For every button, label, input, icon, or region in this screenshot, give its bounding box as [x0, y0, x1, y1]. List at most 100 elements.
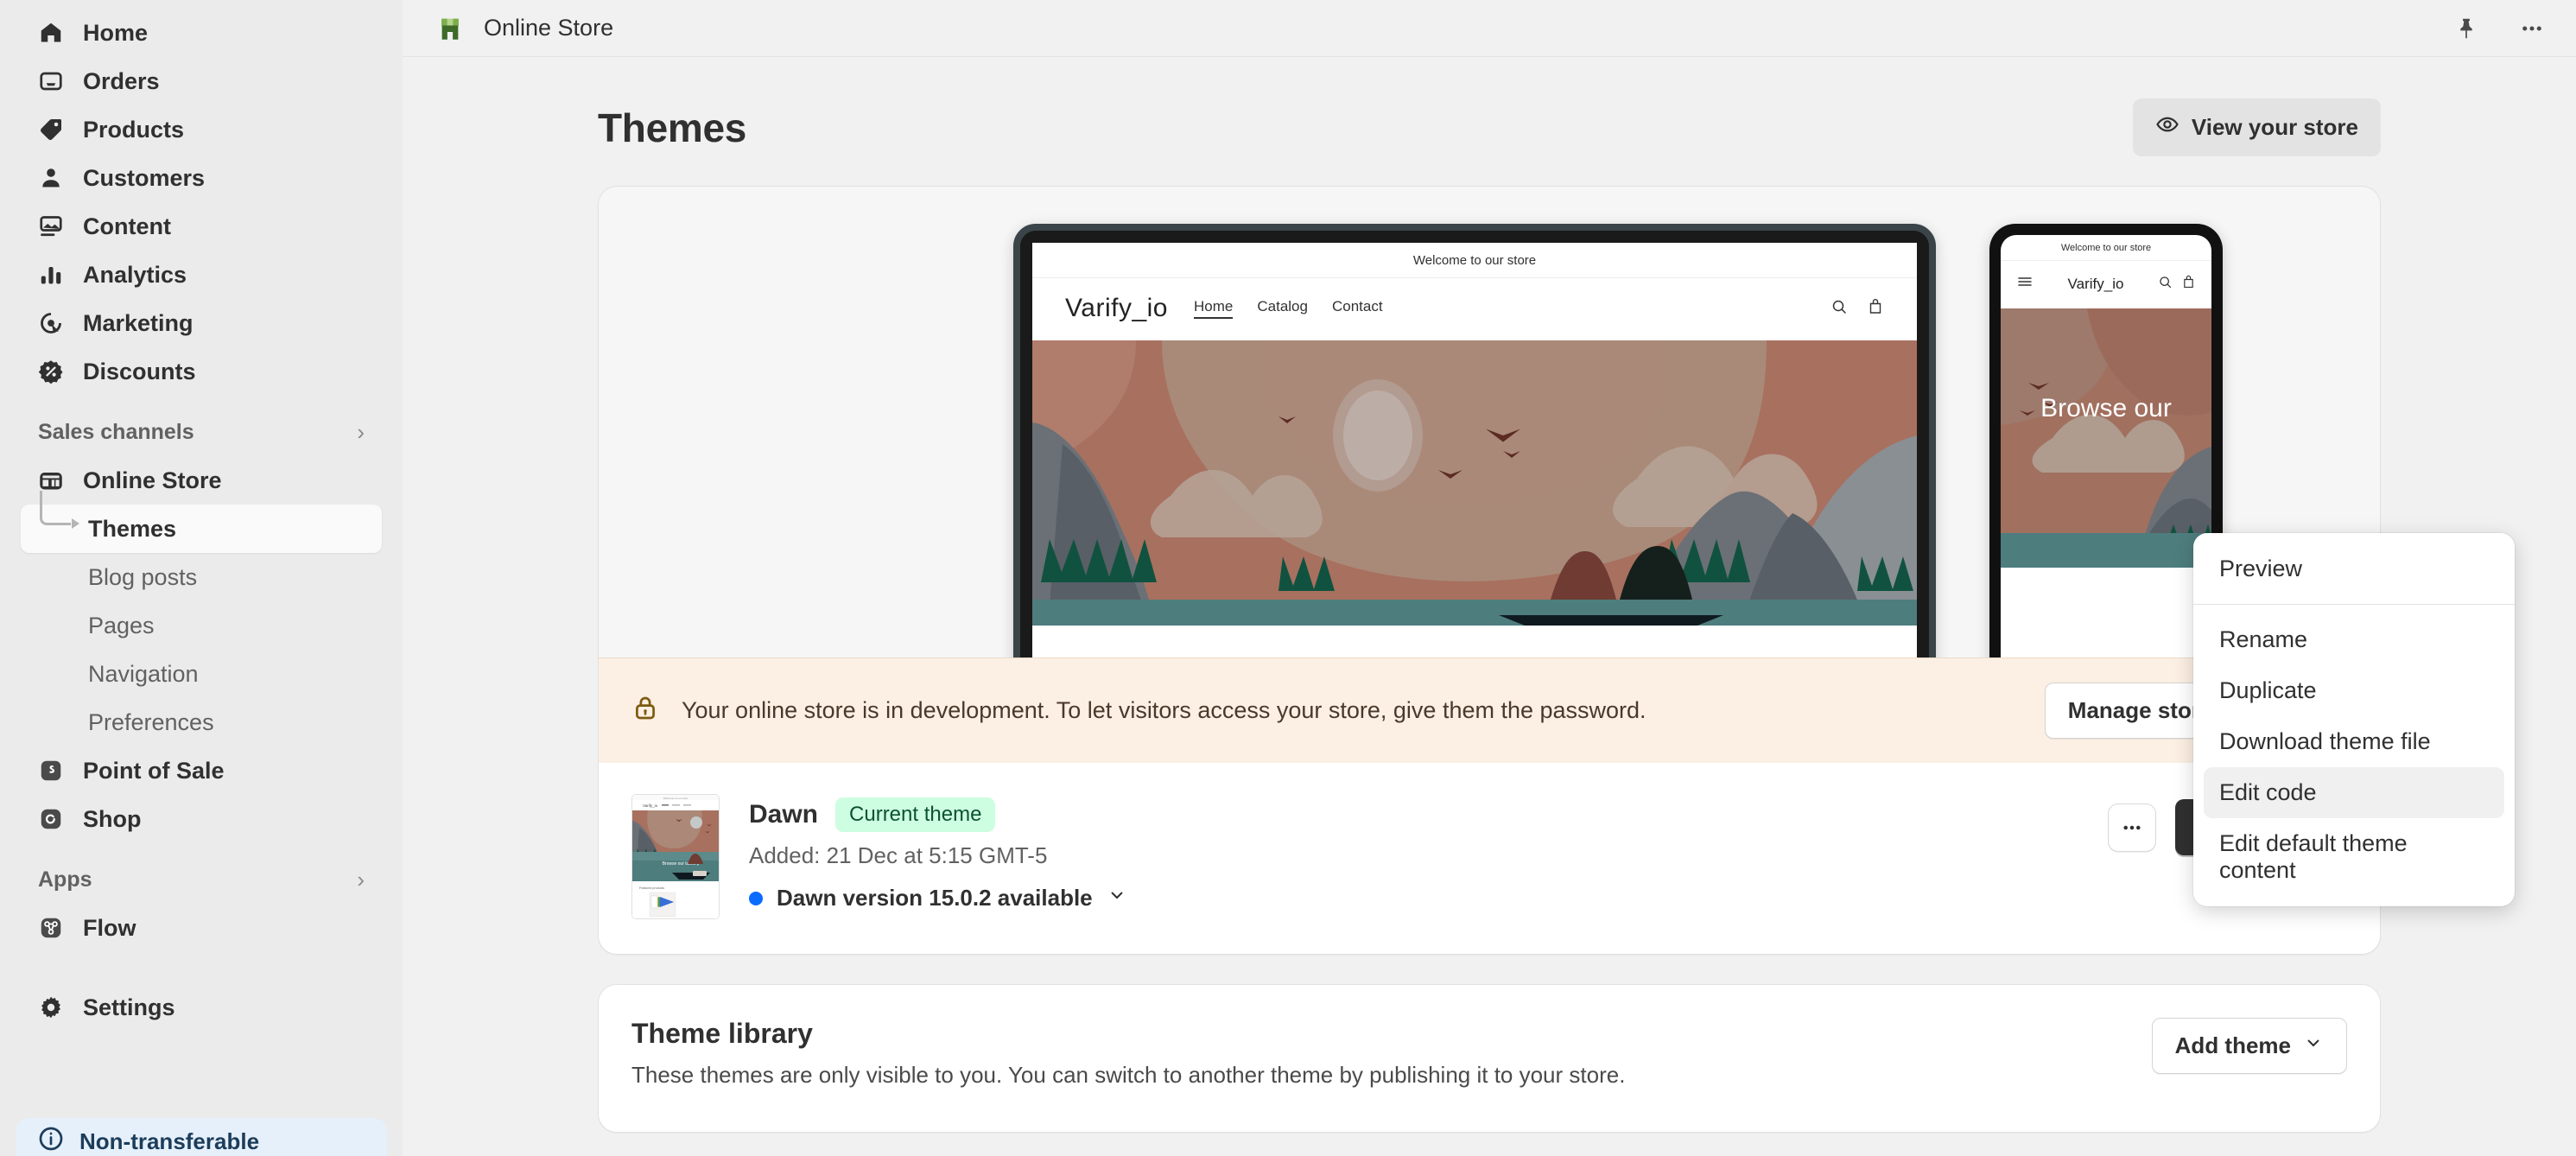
store-nav-link-contact[interactable]: Contact	[1332, 298, 1383, 319]
sidebar-item-content[interactable]: Content	[21, 202, 382, 251]
sidebar-item-label: Shop	[83, 805, 142, 832]
content-image-icon	[38, 213, 64, 239]
hero-artwork	[1032, 340, 1917, 626]
desktop-hero-illustration	[1032, 340, 1917, 626]
theme-thumbnail[interactable]: Welcome to our store Varify_io Browse ou…	[631, 794, 720, 919]
sidebar-section-apps[interactable]: Apps ›	[38, 859, 365, 900]
sidebar-section-sales-channels[interactable]: Sales channels ›	[38, 411, 365, 453]
topbar-actions	[2452, 14, 2547, 43]
sidebar-item-blog-posts[interactable]: Blog posts	[21, 553, 382, 601]
sidebar-item-customers[interactable]: Customers	[21, 154, 382, 202]
svg-text:Welcome to our store: Welcome to our store	[663, 797, 688, 800]
theme-library-header: Theme library These themes are only visi…	[599, 985, 2380, 1089]
sidebar-item-preferences[interactable]: Preferences	[21, 698, 382, 746]
sidebar-item-pages[interactable]: Pages	[21, 601, 382, 650]
sidebar-item-label: Online Store	[83, 467, 222, 493]
status-badge: Current theme	[835, 797, 996, 832]
current-theme-card: Welcome to our store Varify_io Home Cata…	[598, 186, 2381, 955]
menu-item-download-theme-file[interactable]: Download theme file	[2204, 716, 2504, 767]
store-nav-icons	[1830, 298, 1884, 320]
menu-item-duplicate[interactable]: Duplicate	[2204, 665, 2504, 716]
page-title: Themes	[598, 105, 747, 150]
sidebar-item-home[interactable]: Home	[21, 9, 382, 57]
current-theme-row: Welcome to our store Varify_io Browse ou…	[599, 763, 2380, 954]
sidebar-item-label: Settings	[83, 994, 175, 1020]
search-icon[interactable]	[1830, 298, 1848, 320]
pin-icon[interactable]	[2452, 14, 2481, 43]
sidebar-item-label: Preferences	[88, 708, 214, 735]
menu-item-rename[interactable]: Rename	[2204, 614, 2504, 665]
sidebar-item-discounts[interactable]: Discounts	[21, 347, 382, 396]
topbar-title-label: Online Store	[484, 15, 614, 41]
theme-library-subtitle: These themes are only visible to you. Yo…	[631, 1062, 1626, 1088]
theme-version-available[interactable]: Dawn version 15.0.2 available	[749, 885, 1127, 911]
storefront-awning-icon	[435, 14, 465, 43]
menu-item-edit-default-theme-content[interactable]: Edit default theme content	[2204, 818, 2504, 896]
lock-icon	[631, 694, 659, 727]
sidebar-item-orders[interactable]: Orders	[21, 57, 382, 105]
sidebar: Home Orders Products Customers Content A…	[0, 0, 403, 1156]
sidebar-item-label: Point of Sale	[83, 757, 225, 784]
theme-more-actions-button[interactable]	[2107, 803, 2156, 852]
non-transferable-banner[interactable]: Non-transferable	[16, 1118, 387, 1156]
cart-icon[interactable]	[1867, 298, 1884, 320]
sidebar-item-point-of-sale[interactable]: Point of Sale	[21, 746, 382, 795]
store-nav-links: Home Catalog Contact	[1194, 298, 1383, 319]
theme-preview-area: Welcome to our store Varify_io Home Cata…	[599, 187, 2380, 657]
themes-page: Themes View your store Welcome to our st…	[403, 57, 2576, 1156]
mobile-preview[interactable]: Welcome to our store Varify_io Browse ou…	[1989, 224, 2223, 657]
hamburger-icon[interactable]	[2016, 273, 2034, 295]
desktop-screen: Welcome to our store Varify_io Home Cata…	[1032, 243, 1917, 657]
sidebar-item-flow[interactable]: Flow	[21, 904, 382, 952]
app-root: Home Orders Products Customers Content A…	[0, 0, 2576, 1156]
store-nav-link-home[interactable]: Home	[1194, 298, 1234, 319]
pos-bag-icon	[38, 758, 64, 784]
flow-icon	[38, 915, 64, 941]
theme-version-label: Dawn version 15.0.2 available	[777, 885, 1093, 911]
menu-item-preview[interactable]: Preview	[2204, 543, 2504, 594]
sidebar-item-marketing[interactable]: Marketing	[21, 299, 382, 347]
mobile-hero-text: Browse our	[2040, 394, 2172, 422]
development-store-banner-text: Your online store is in development. To …	[682, 697, 1646, 723]
current-theme-card-wrap: Welcome to our store Varify_io Home Cata…	[548, 186, 2431, 955]
store-nav-link-catalog[interactable]: Catalog	[1257, 298, 1308, 319]
main-content: Online Store Themes View your store Welc…	[403, 0, 2576, 1156]
search-icon[interactable]	[2158, 275, 2173, 294]
shop-icon	[38, 806, 64, 832]
menu-item-edit-code[interactable]: Edit code	[2204, 767, 2504, 818]
development-store-banner: Your online store is in development. To …	[599, 657, 2380, 763]
sidebar-item-settings[interactable]: Settings	[21, 983, 382, 1032]
desktop-announcement-bar: Welcome to our store	[1032, 243, 1917, 278]
sidebar-item-navigation[interactable]: Navigation	[21, 650, 382, 698]
add-theme-label: Add theme	[2174, 1032, 2291, 1058]
sidebar-item-label: Marketing	[83, 309, 194, 336]
desktop-preview[interactable]: Welcome to our store Varify_io Home Cata…	[1013, 224, 1936, 657]
mobile-screen: Welcome to our store Varify_io Browse ou…	[2001, 235, 2211, 657]
sidebar-item-themes[interactable]: Themes	[21, 505, 382, 553]
view-your-store-button[interactable]: View your store	[2132, 98, 2381, 156]
storefront-icon	[38, 467, 64, 493]
sidebar-item-analytics[interactable]: Analytics	[21, 251, 382, 299]
more-horizontal-icon[interactable]	[2517, 14, 2547, 43]
sidebar-item-products[interactable]: Products	[21, 105, 382, 154]
sidebar-item-label: Products	[83, 116, 185, 143]
sidebar-item-shop[interactable]: Shop	[21, 795, 382, 843]
theme-library-card-wrap: Theme library These themes are only visi…	[548, 984, 2431, 1133]
theme-library-title: Theme library	[631, 1018, 813, 1049]
sidebar-item-online-store[interactable]: Online Store	[21, 456, 382, 505]
sidebar-item-label: Flow	[83, 914, 136, 941]
add-theme-button[interactable]: Add theme	[2151, 1018, 2347, 1074]
menu-separator	[2193, 604, 2515, 605]
status-dot-icon	[749, 891, 763, 905]
theme-library-card: Theme library These themes are only visi…	[598, 984, 2381, 1133]
customers-person-icon	[38, 165, 64, 191]
chevron-right-icon: ›	[357, 418, 365, 445]
topbar-title-group: Online Store	[435, 14, 613, 43]
sidebar-item-label: Orders	[83, 67, 160, 94]
store-logo: Varify_io	[2067, 275, 2124, 292]
products-tag-icon	[38, 117, 64, 143]
eye-icon	[2155, 112, 2179, 143]
sidebar-item-label: Content	[83, 213, 171, 239]
cart-icon[interactable]	[2181, 275, 2196, 294]
sidebar-item-label: Discounts	[83, 358, 196, 384]
